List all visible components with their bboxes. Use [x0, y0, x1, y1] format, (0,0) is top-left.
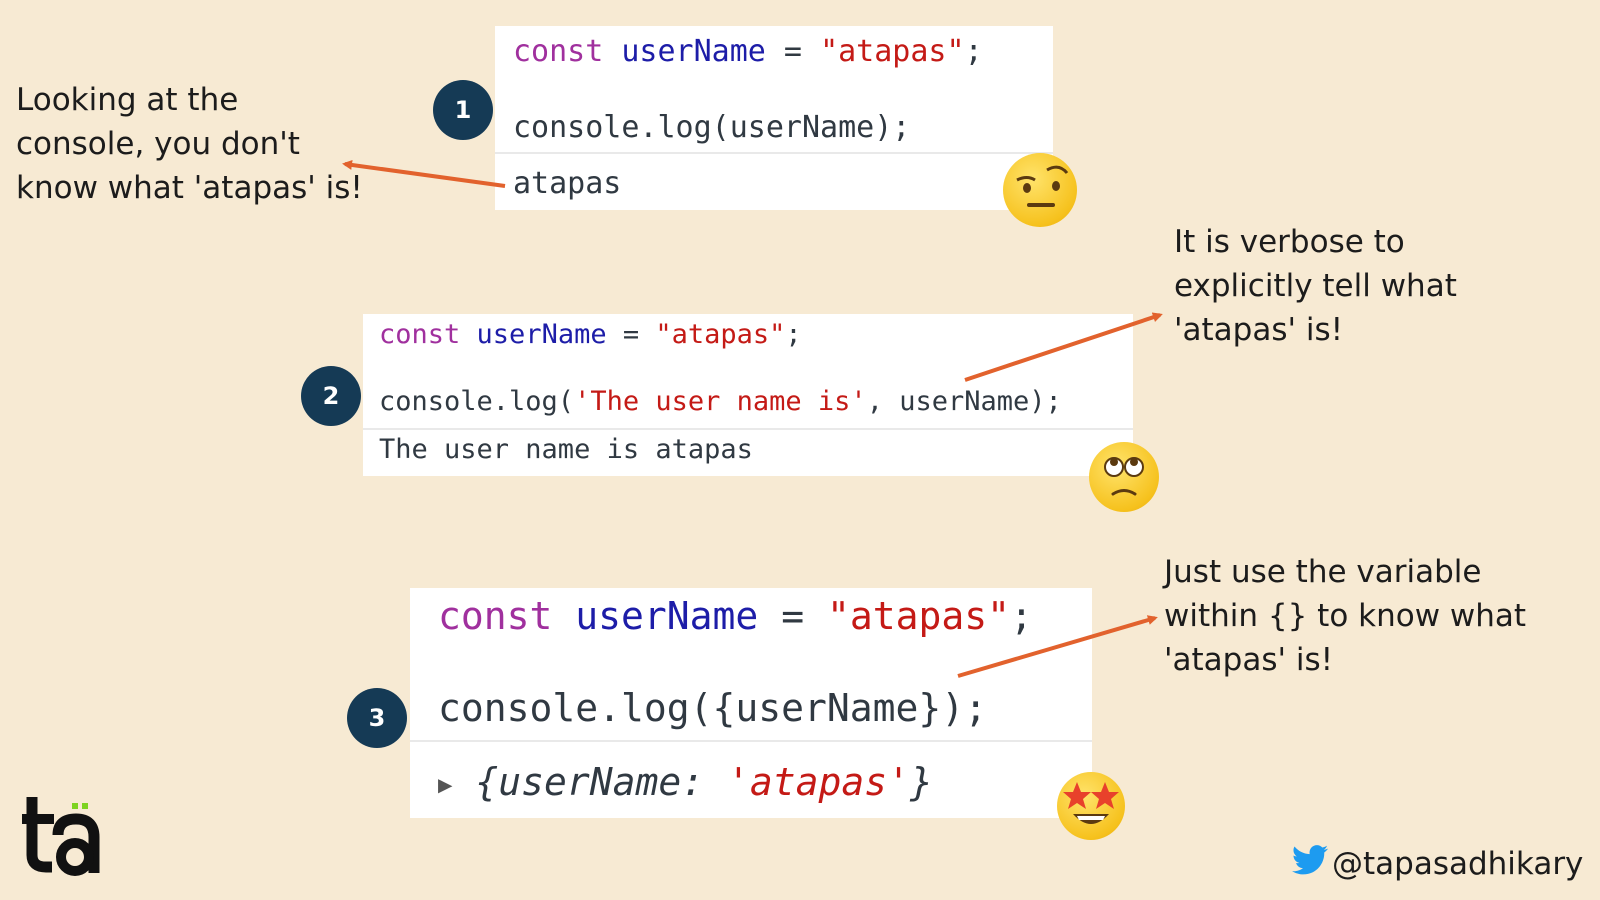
arrow-2: [964, 312, 1163, 382]
star-struck-emoji-icon: [1057, 772, 1125, 840]
arrow-1: [342, 160, 506, 188]
annotation-arrows: [342, 160, 1163, 678]
arrow-3: [957, 615, 1158, 678]
twitter-handle-text[interactable]: @tapasadhikary: [1332, 846, 1583, 882]
twitter-bird-icon: [1292, 845, 1328, 883]
raised-eyebrow-emoji-icon: [1003, 153, 1077, 227]
twitter-handle: @tapasadhikary: [1292, 845, 1583, 883]
rolling-eyes-emoji-icon: [1089, 442, 1159, 512]
ta-logo: [22, 795, 102, 885]
